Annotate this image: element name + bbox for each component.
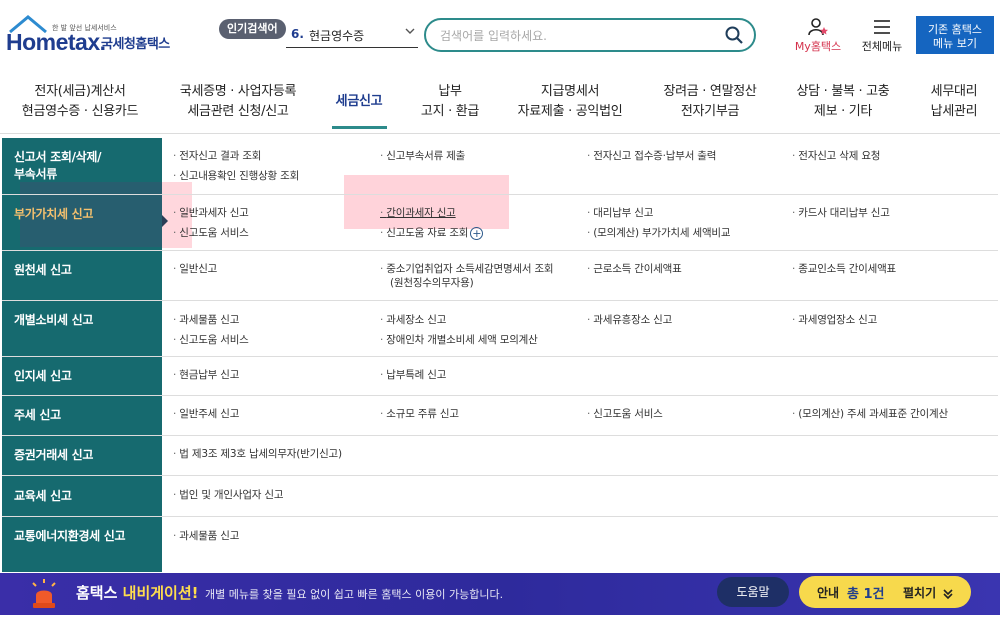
hamburger-icon [874,20,890,34]
logo-korean: 국세청홈택스 [101,37,170,52]
search-icon[interactable] [724,25,744,45]
menu-item[interactable]: 법인 및 개인사업자 신고 [173,488,283,502]
header: 한 발 앞선 납세서비스 Hometax. 국세청홈택스 인기검색어 6. 현금… [0,0,1000,70]
category-row-report-inquiry: 신고서 조회/삭제/ 부속서류 [2,138,998,195]
menu-item[interactable]: 일반주세 신고 [173,407,239,421]
category-label[interactable]: 교육세 신고 [14,488,72,505]
search-box [424,18,756,52]
guide-expand-button[interactable]: 안내 총 1건 펼치기 [799,576,971,608]
nav-item-certificate[interactable]: 국세증명 · 사업자등록 세금관련 신청/신고 [168,82,308,128]
search-input[interactable] [440,26,720,46]
popular-keyword: 현금영수증 [309,29,365,43]
menu-item[interactable]: 과세물품 신고 [173,529,239,543]
menu-item-sub: (원천징수의무자용) [390,277,474,289]
chevron-down-icon [404,25,416,40]
menu-item-label: 신고도움 자료 조회 [386,227,469,239]
active-nav-underline [332,126,387,129]
logo-wordmark: Hometax. [6,29,106,55]
category-row-securities: 증권거래세 신고 [2,436,998,476]
menu-item[interactable]: 과세물품 신고 [173,313,239,327]
category-row-excise: 개별소비세 신고 [2,301,998,357]
banner-title-highlight: 내비게이션! [122,584,199,602]
menu-item[interactable]: 일반과세자 신고 [173,206,249,220]
old-menu-button[interactable]: 기존 홈택스 메뉴 보기 [916,16,994,54]
menu-item[interactable]: 신고도움 자료 조회+ [380,226,484,240]
category-label[interactable]: 신고서 조회/삭제/ 부속서류 [14,149,102,183]
nav-item-payment[interactable]: 납부 고지 · 환급 [408,82,492,128]
guide-label: 안내 [817,586,840,600]
all-menu-label: 전체메뉴 [861,40,903,53]
menu-item[interactable]: (모의계산) 부가가치세 세액비교 [587,226,730,240]
menu-item[interactable]: 대리납부 신고 [587,206,653,220]
popular-rank: 6. [291,27,304,41]
menu-item[interactable]: 전자신고 삭제 요청 [792,149,880,163]
category-label[interactable]: 개별소비세 신고 [14,312,93,329]
menu-item[interactable]: 근로소득 간이세액표 [587,262,681,276]
category-label[interactable]: 주세 신고 [14,407,61,424]
menu-item[interactable]: 과세유흥장소 신고 [587,313,672,327]
main-nav: 전자(세금)계산서 현금영수증 · 신용카드 국세증명 · 사업자등록 세금관련… [0,78,1000,134]
menu-item[interactable]: 과세장소 신고 [380,313,446,327]
user-icon [808,18,828,36]
menu-item-label: 중소기업취업자 소득세감면명세서 조회 [386,263,554,275]
expand-text: 펼치기 [903,586,937,600]
category-label[interactable]: 부가가치세 신고 [14,206,93,223]
menu-item[interactable]: 전자신고 결과 조회 [173,149,261,163]
category-row-stamp: 인지세 신고 [2,357,998,396]
plus-circle-icon[interactable]: + [470,226,484,240]
banner-title-prefix: 홈택스 [76,584,118,602]
help-button[interactable]: 도움말 [717,577,789,607]
nav-item-tax-agent[interactable]: 세무대리 납세관리 [918,82,990,128]
banner-title: 홈택스 내비게이션! [76,582,198,603]
category-label[interactable]: 원천세 신고 [14,262,72,279]
nav-item-consult[interactable]: 상담 · 불복 · 고충 제보 · 기타 [786,82,900,128]
menu-item[interactable]: 신고내용확인 진행상황 조회 [173,169,299,183]
menu-item[interactable]: 중소기업취업자 소득세감면명세서 조회 (원천징수의무자용) [380,262,553,290]
category-row-vat: 부가가치세 신고 [2,195,998,251]
menu-item[interactable]: 간이과세자 신고 [380,206,456,220]
category-row-education: 교육세 신고 [2,476,998,517]
category-row-transport-energy: 교통에너지환경세 신고 [2,517,998,557]
menu-item[interactable]: 일반신고 [173,262,217,276]
menu-item[interactable]: 신고도움 서비스 [173,333,249,347]
menu-item[interactable]: 현금납부 신고 [173,368,239,382]
menu-item[interactable]: 신고부속서류 제출 [380,149,465,163]
menu-item[interactable]: 신고도움 서비스 [587,407,663,421]
menu-item[interactable]: (모의계산) 주세 과세표준 간이계산 [792,407,948,421]
nav-item-etax-invoice[interactable]: 전자(세금)계산서 현금영수증 · 신용카드 [10,82,150,128]
menu-item[interactable]: 카드사 대리납부 신고 [792,206,890,220]
category-label[interactable]: 교통에너지환경세 신고 [14,528,126,545]
siren-icon [32,579,56,608]
menu-item[interactable]: 납부특례 신고 [380,368,446,382]
nav-item-tax-filing[interactable]: 세금신고 [326,92,392,138]
hometax-logo[interactable]: 한 발 앞선 납세서비스 Hometax. 국세청홈택스 [6,14,171,55]
my-hometax-button[interactable]: My홈택스 [790,16,846,56]
menu-item[interactable]: 전자신고 접수증·납부서 출력 [587,149,716,163]
menu-item[interactable]: 신고도움 서비스 [173,226,249,240]
category-label[interactable]: 인지세 신고 [14,368,72,385]
navigation-banner: 홈택스 내비게이션! 개별 메뉴를 찾을 필요 없이 쉽고 빠른 홈택스 이용이… [0,573,1000,615]
popular-search-tag: 인기검색어 [219,19,286,39]
my-hometax-label: My홈택스 [794,40,842,53]
popular-search-dropdown[interactable]: 6. 현금영수증 [286,22,418,48]
banner-description: 개별 메뉴를 찾을 필요 없이 쉽고 빠른 홈택스 이용이 가능합니다. [205,588,504,601]
nav-item-incentive[interactable]: 장려금 · 연말정산 전자기부금 [650,82,770,128]
all-menu-button[interactable]: 전체메뉴 [855,16,909,56]
double-chevron-down-icon [943,588,953,599]
guide-count: 총 1건 [847,587,885,602]
nav-item-statement[interactable]: 지급명세서 자료제출 · 공익법인 [508,82,632,128]
menu-item[interactable]: 소규모 주류 신고 [380,407,459,421]
category-label[interactable]: 증권거래세 신고 [14,447,93,464]
menu-item[interactable]: 법 제3조 제3호 납세의무자(반기신고) [173,447,342,461]
expand-label: 펼치기 [903,584,954,601]
menu-item[interactable]: 과세영업장소 신고 [792,313,877,327]
menu-item[interactable]: 종교인소득 간이세액표 [792,262,896,276]
menu-item[interactable]: 장애인차 개별소비세 세액 모의계산 [380,333,538,347]
